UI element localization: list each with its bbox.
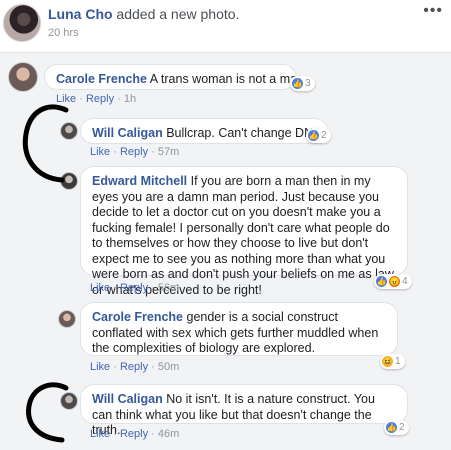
reaction-count: 2	[321, 130, 327, 141]
like-link[interactable]: Like	[90, 428, 110, 440]
avatar[interactable]	[58, 310, 76, 328]
reaction-summary[interactable]: 👍 3	[290, 76, 315, 91]
comment-text: Bullcrap. Can't change DNA	[162, 126, 322, 140]
angry-icon: 😠	[389, 276, 400, 287]
reaction-summary[interactable]: 👍 2	[384, 420, 409, 435]
reaction-count: 2	[399, 422, 405, 433]
comment-text: A trans woman is not a man.	[147, 72, 308, 86]
reply-link[interactable]: Reply	[120, 428, 148, 440]
reply-link[interactable]: Reply	[86, 93, 114, 105]
separator: ·	[148, 428, 158, 440]
reaction-summary[interactable]: 👍 2	[306, 128, 331, 143]
scribble-mark-bottom	[26, 382, 69, 443]
comment-bubble: Carole Frenche gender is a social constr…	[80, 302, 398, 356]
reply-link[interactable]: Reply	[120, 361, 148, 373]
avatar[interactable]	[8, 62, 38, 92]
post-timestamp[interactable]: 20 hrs	[48, 27, 79, 39]
post-header: Luna Cho added a new photo. 20 hrs •••	[0, 0, 451, 52]
reaction-count: 3	[305, 78, 311, 89]
comment-text: If you are born a man then in my eyes yo…	[92, 174, 394, 297]
comment-time[interactable]: 56m	[158, 282, 179, 294]
comment-bubble: Will Caligan No it isn't. It is a nature…	[80, 384, 408, 437]
comment-time[interactable]: 50m	[158, 361, 179, 373]
reply-link[interactable]: Reply	[120, 146, 148, 158]
separator: ·	[110, 361, 120, 373]
scribble-mark-top	[22, 104, 69, 183]
comment-actions: Like · Reply · 57m	[90, 146, 179, 158]
avatar[interactable]	[3, 4, 41, 42]
comment-author-link[interactable]: Edward Mitchell	[92, 174, 187, 188]
separator: ·	[148, 282, 158, 294]
comment-time[interactable]: 46m	[158, 428, 179, 440]
separator: ·	[114, 93, 124, 105]
comment-actions: Like · Reply · 50m	[90, 361, 179, 373]
comment-bubble: Edward Mitchell If you are born a man th…	[80, 166, 408, 297]
comment-time[interactable]: 1h	[124, 93, 136, 105]
haha-icon: 😆	[382, 356, 393, 367]
separator: ·	[76, 93, 86, 105]
reaction-summary[interactable]: 😆 1	[380, 354, 405, 369]
like-icon: 👍	[376, 276, 387, 287]
reaction-count: 1	[395, 356, 401, 367]
like-icon: 👍	[308, 130, 319, 141]
separator: ·	[148, 146, 158, 158]
comment-bubble: Will Caligan Bullcrap. Can't change DNA	[80, 118, 328, 144]
post-title: Luna Cho added a new photo.	[48, 6, 239, 22]
comment-author-link[interactable]: Will Caligan	[92, 392, 163, 406]
like-icon: 👍	[292, 78, 303, 89]
comment-author-link[interactable]: Carole Frenche	[56, 72, 147, 86]
poster-name-link[interactable]: Luna Cho	[48, 6, 113, 22]
separator: ·	[110, 282, 120, 294]
more-options-icon[interactable]: •••	[423, 2, 443, 20]
comment-actions: Like · Reply · 56m	[90, 282, 179, 294]
reaction-count: 4	[402, 276, 408, 287]
comment-author-link[interactable]: Carole Frenche	[92, 310, 183, 324]
comment-bubble: Carole Frenche A trans woman is not a ma…	[44, 64, 308, 90]
separator: ·	[110, 428, 120, 440]
comment-author-link[interactable]: Will Caligan	[92, 126, 163, 140]
post-action-text: added a new photo.	[112, 6, 240, 22]
like-icon: 👍	[386, 422, 397, 433]
like-link[interactable]: Like	[90, 146, 110, 158]
separator: ·	[110, 146, 120, 158]
like-link[interactable]: Like	[90, 361, 110, 373]
comment-actions: Like · Reply · 46m	[90, 428, 179, 440]
separator: ·	[148, 361, 158, 373]
comment-time[interactable]: 57m	[158, 146, 179, 158]
reaction-summary[interactable]: 👍 😠 4	[374, 274, 412, 289]
reply-link[interactable]: Reply	[120, 282, 148, 294]
like-link[interactable]: Like	[90, 282, 110, 294]
